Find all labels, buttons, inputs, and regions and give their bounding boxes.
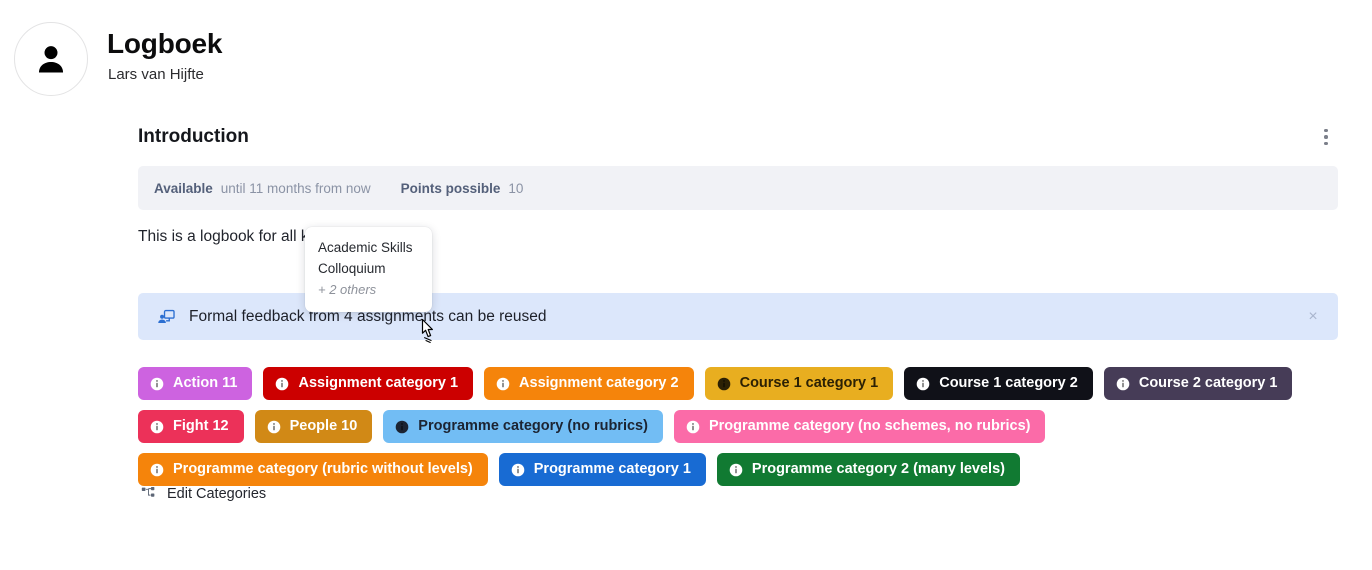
category-pill-label: Course 2 category 1 (1138, 375, 1278, 392)
page-subtitle: Lars van Hijfte (108, 66, 204, 83)
logbook-page: Logboek Lars van Hijfte Introduction Ava… (0, 0, 1372, 570)
page-title: Logboek (107, 28, 223, 59)
category-pill[interactable]: Assignment category 2 (484, 367, 694, 400)
category-pill-label: Course 1 category 1 (739, 375, 879, 392)
points-possible-value: 10 (508, 180, 524, 196)
peer-feedback-icon (156, 307, 176, 327)
category-pill[interactable]: Assignment category 1 (263, 367, 474, 400)
kebab-menu-icon[interactable] (1314, 124, 1338, 150)
category-pill-label: Programme category (no rubrics) (418, 418, 648, 435)
info-icon (496, 377, 510, 391)
info-icon (1116, 377, 1130, 391)
category-pill[interactable]: Programme category (no rubrics) (383, 410, 663, 443)
course-list-popover: Academic Skills Colloquium + 2 others (305, 227, 432, 312)
page-header: Logboek Lars van Hijfte (0, 0, 1372, 110)
category-pill-label: Programme category 1 (533, 461, 691, 478)
category-pill[interactable]: Course 1 category 1 (704, 367, 894, 400)
category-pill-label: Programme category 2 (many levels) (751, 461, 1005, 478)
edit-categories-button[interactable]: Edit Categories (140, 485, 266, 503)
edit-categories-label: Edit Categories (167, 486, 267, 502)
category-pill[interactable]: Programme category (rubric without level… (138, 453, 488, 486)
category-pill[interactable]: People 10 (254, 410, 373, 443)
avatar (14, 22, 88, 96)
category-pill[interactable]: Programme category 1 (498, 453, 706, 486)
available-label: Available (154, 180, 213, 196)
popover-item: Academic Skills (318, 240, 413, 255)
info-icon (511, 463, 525, 477)
kebab-dot (1324, 128, 1328, 133)
category-pill-label: Programme category (rubric without level… (173, 461, 473, 478)
info-icon (267, 420, 281, 434)
info-icon (150, 463, 164, 477)
category-pill[interactable]: Fight 12 (138, 410, 244, 443)
info-icon (275, 377, 289, 391)
info-icon (916, 377, 930, 391)
kebab-dot (1324, 141, 1328, 146)
title-block: Logboek Lars van Hijfte (107, 26, 222, 85)
points-possible-label: Points possible (400, 180, 501, 196)
section-title: Introduction (138, 126, 249, 147)
category-pill[interactable]: Course 2 category 1 (1103, 367, 1293, 400)
section-header: Introduction (138, 124, 1338, 150)
kebab-dot (1324, 135, 1328, 139)
category-pill-label: Action 11 (173, 375, 238, 392)
close-icon[interactable]: × (1302, 306, 1324, 328)
category-pill-list: Action 11 Assignment category 1 Assignment… (138, 367, 1348, 486)
info-icon (395, 420, 409, 434)
category-pill-label: Assignment category 2 (519, 375, 679, 392)
category-pill[interactable]: Course 1 category 2 (904, 367, 1093, 400)
info-icon (686, 420, 700, 434)
info-icon (150, 420, 164, 434)
category-pill[interactable]: Programme category 2 (many levels) (716, 453, 1020, 486)
available-value: until 11 months from now (220, 180, 371, 196)
category-pill-label: Assignment category 1 (298, 375, 459, 392)
category-pill-label: Programme category (no schemes, no rubri… (708, 418, 1031, 435)
hierarchy-icon (140, 486, 157, 503)
category-pill[interactable]: Programme category (no schemes, no rubri… (673, 410, 1046, 443)
popover-more-label: + 2 others (318, 282, 377, 297)
assignment-meta-bar: Available until 11 months from now Point… (138, 166, 1338, 210)
category-pill-label: Fight 12 (173, 418, 229, 435)
person-icon (32, 40, 70, 78)
category-pill-label: People 10 (289, 418, 358, 435)
info-icon (150, 377, 164, 391)
info-icon (729, 463, 743, 477)
category-pill[interactable]: Action 11 (138, 367, 253, 400)
category-pill-label: Course 1 category 2 (939, 375, 1078, 392)
popover-item: Colloquium (318, 261, 386, 276)
info-icon (717, 377, 731, 391)
